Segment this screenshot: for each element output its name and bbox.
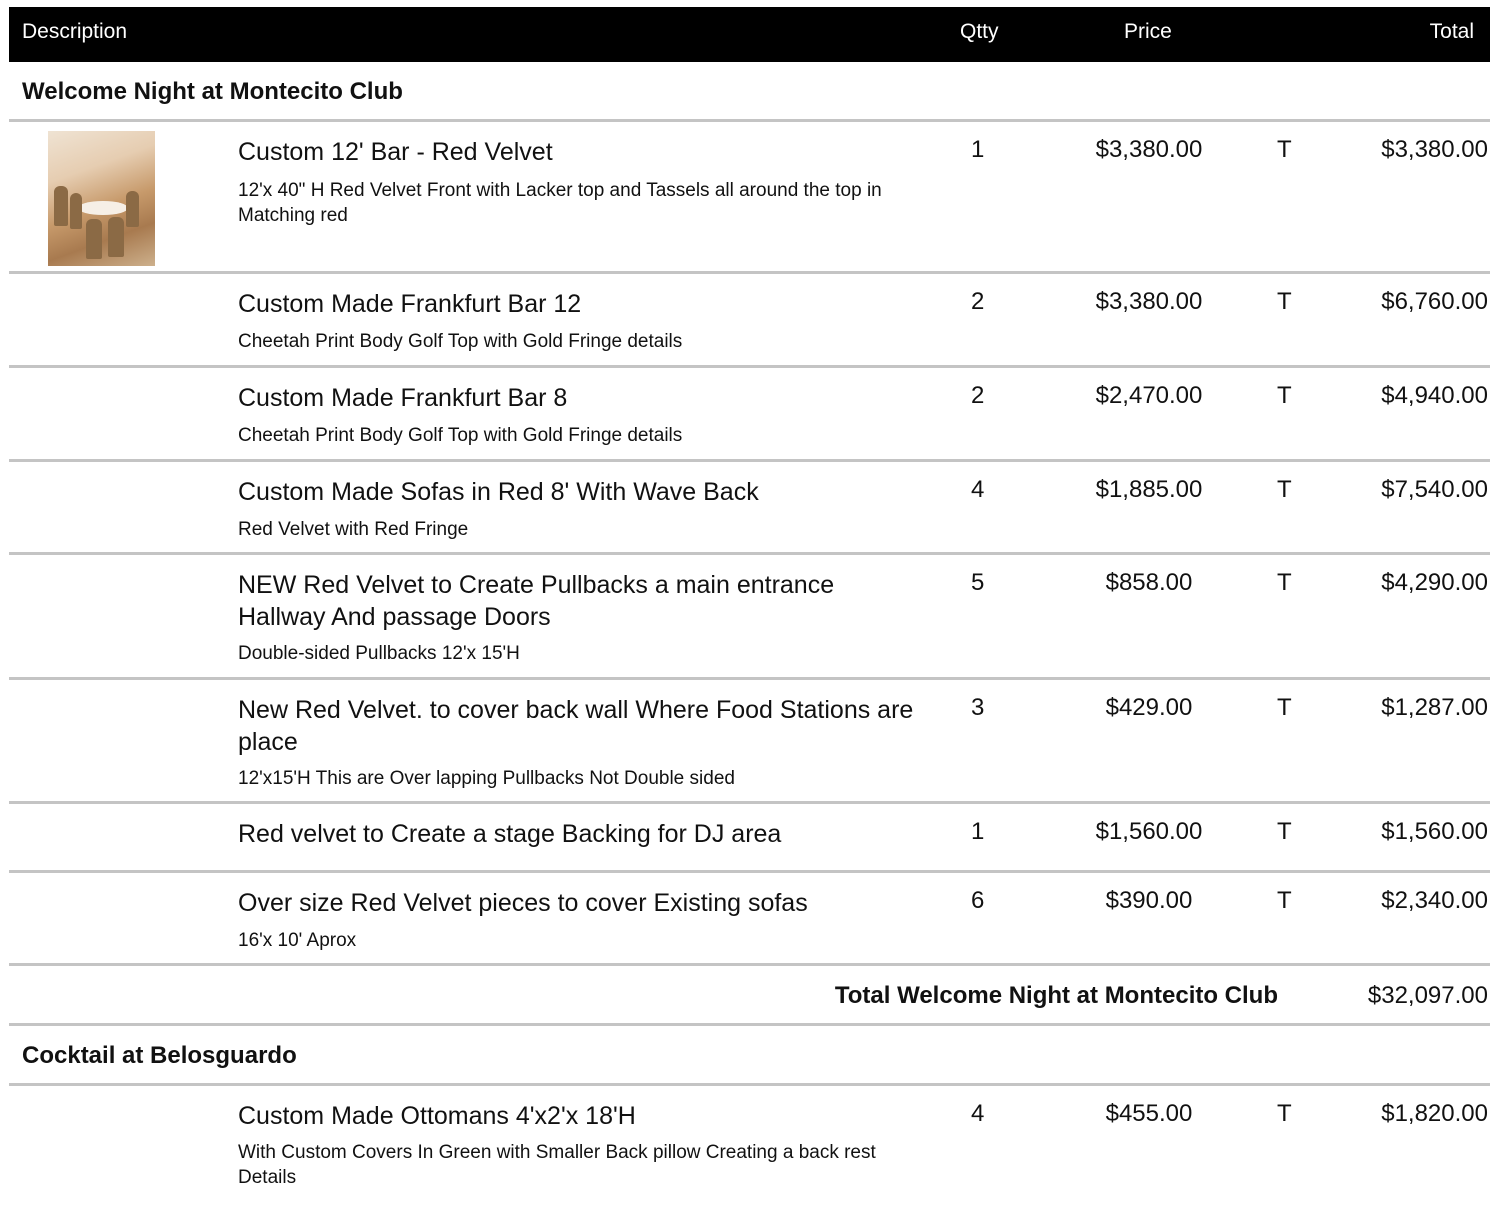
item-qty: 3 [971, 694, 985, 721]
item-price: $858.00 [1105, 569, 1193, 596]
item-tax-flag: T [1277, 476, 1292, 503]
item-price: $3,380.00 [1095, 136, 1203, 163]
header-qtty: Qtty [960, 20, 999, 43]
item-description: Red Velvet with Red Fringe [238, 519, 469, 540]
item-tax-flag: T [1277, 382, 1292, 409]
item-description: Cheetah Print Body Golf Top with Gold Fr… [238, 331, 683, 352]
item-price: $2,470.00 [1095, 382, 1203, 409]
item-total: $1,560.00 [1381, 818, 1488, 845]
item-qty: 2 [971, 382, 985, 409]
line-item: Custom Made Frankfurt Bar 12 Cheetah Pri… [9, 274, 1490, 368]
section-title: Cocktail at Belosguardo [22, 1042, 297, 1069]
item-tax-flag: T [1277, 288, 1292, 315]
item-name: New Red Velvet. to cover back wall Where… [238, 696, 914, 756]
item-total: $4,290.00 [1381, 569, 1488, 596]
item-name: Over size Red Velvet pieces to cover Exi… [238, 889, 808, 917]
item-total: $6,760.00 [1381, 288, 1488, 315]
line-item: Custom Made Ottomans 4'x2'x 18'H With Cu… [9, 1086, 1490, 1206]
item-price: $455.00 [1105, 1100, 1193, 1127]
item-qty: 1 [971, 136, 985, 163]
subtotal-amount: $32,097.00 [1367, 982, 1488, 1009]
line-item: New Red Velvet. to cover back wall Where… [9, 680, 1490, 804]
section-subtotal: Total Welcome Night at Montecito Club $3… [9, 966, 1490, 1026]
line-item: Custom Made Sofas in Red 8' With Wave Ba… [9, 462, 1490, 555]
item-thumbnail [48, 131, 155, 266]
item-tax-flag: T [1277, 1100, 1292, 1127]
item-qty: 1 [971, 818, 985, 845]
table-header: Description Qtty Price Total [9, 7, 1490, 62]
line-item: Custom 12' Bar - Red Velvet 12'x 40" H R… [9, 122, 1490, 274]
item-total: $2,340.00 [1381, 887, 1488, 914]
item-price: $390.00 [1105, 887, 1193, 914]
item-total: $7,540.00 [1381, 476, 1488, 503]
section-header: Welcome Night at Montecito Club [9, 62, 1490, 122]
item-qty: 5 [971, 569, 985, 596]
line-item: Custom Made Frankfurt Bar 8 Cheetah Prin… [9, 368, 1490, 462]
item-tax-flag: T [1277, 136, 1292, 163]
item-total: $4,940.00 [1381, 382, 1488, 409]
section-header: Cocktail at Belosguardo [9, 1026, 1490, 1086]
header-price: Price [1124, 20, 1172, 43]
item-name: Custom Made Sofas in Red 8' With Wave Ba… [238, 478, 759, 506]
section-title: Welcome Night at Montecito Club [22, 78, 403, 105]
item-description: Double-sided Pullbacks 12'x 15'H [238, 643, 520, 664]
item-tax-flag: T [1277, 887, 1292, 914]
line-item: NEW Red Velvet to Create Pullbacks a mai… [9, 555, 1490, 680]
item-name: Custom Made Frankfurt Bar 8 [238, 384, 568, 412]
line-item: Red velvet to Create a stage Backing for… [9, 804, 1490, 873]
item-description: 16'x 10' Aprox [238, 930, 357, 951]
item-description: 12'x 40" H Red Velvet Front with Lacker … [238, 180, 882, 226]
item-tax-flag: T [1277, 569, 1292, 596]
item-price: $3,380.00 [1095, 288, 1203, 315]
item-description: With Custom Covers In Green with Smaller… [238, 1142, 876, 1188]
item-qty: 6 [971, 887, 985, 914]
item-qty: 4 [971, 476, 985, 503]
item-total: $1,287.00 [1381, 694, 1488, 721]
item-qty: 4 [971, 1100, 985, 1127]
item-price: $429.00 [1105, 694, 1193, 721]
quote-table: Description Qtty Price Total Welcome Nig… [9, 7, 1490, 1206]
item-description: 12'x15'H This are Over lapping Pullbacks… [238, 768, 735, 789]
item-price: $1,885.00 [1095, 476, 1203, 503]
item-total: $3,380.00 [1381, 136, 1488, 163]
item-name: NEW Red Velvet to Create Pullbacks a mai… [238, 571, 835, 631]
header-description: Description [22, 20, 128, 43]
line-item: Over size Red Velvet pieces to cover Exi… [9, 873, 1490, 966]
subtotal-label: Total Welcome Night at Montecito Club [834, 982, 1278, 1009]
item-description: Cheetah Print Body Golf Top with Gold Fr… [238, 425, 683, 446]
item-tax-flag: T [1277, 818, 1292, 845]
header-total: Total [1429, 20, 1474, 43]
item-name: Custom Made Frankfurt Bar 12 [238, 290, 582, 318]
item-name: Custom 12' Bar - Red Velvet [238, 138, 553, 166]
item-price: $1,560.00 [1095, 818, 1203, 845]
item-total: $1,820.00 [1381, 1100, 1488, 1127]
item-name: Red velvet to Create a stage Backing for… [238, 820, 782, 848]
item-qty: 2 [971, 288, 985, 315]
item-tax-flag: T [1277, 694, 1292, 721]
item-name: Custom Made Ottomans 4'x2'x 18'H [238, 1102, 636, 1130]
